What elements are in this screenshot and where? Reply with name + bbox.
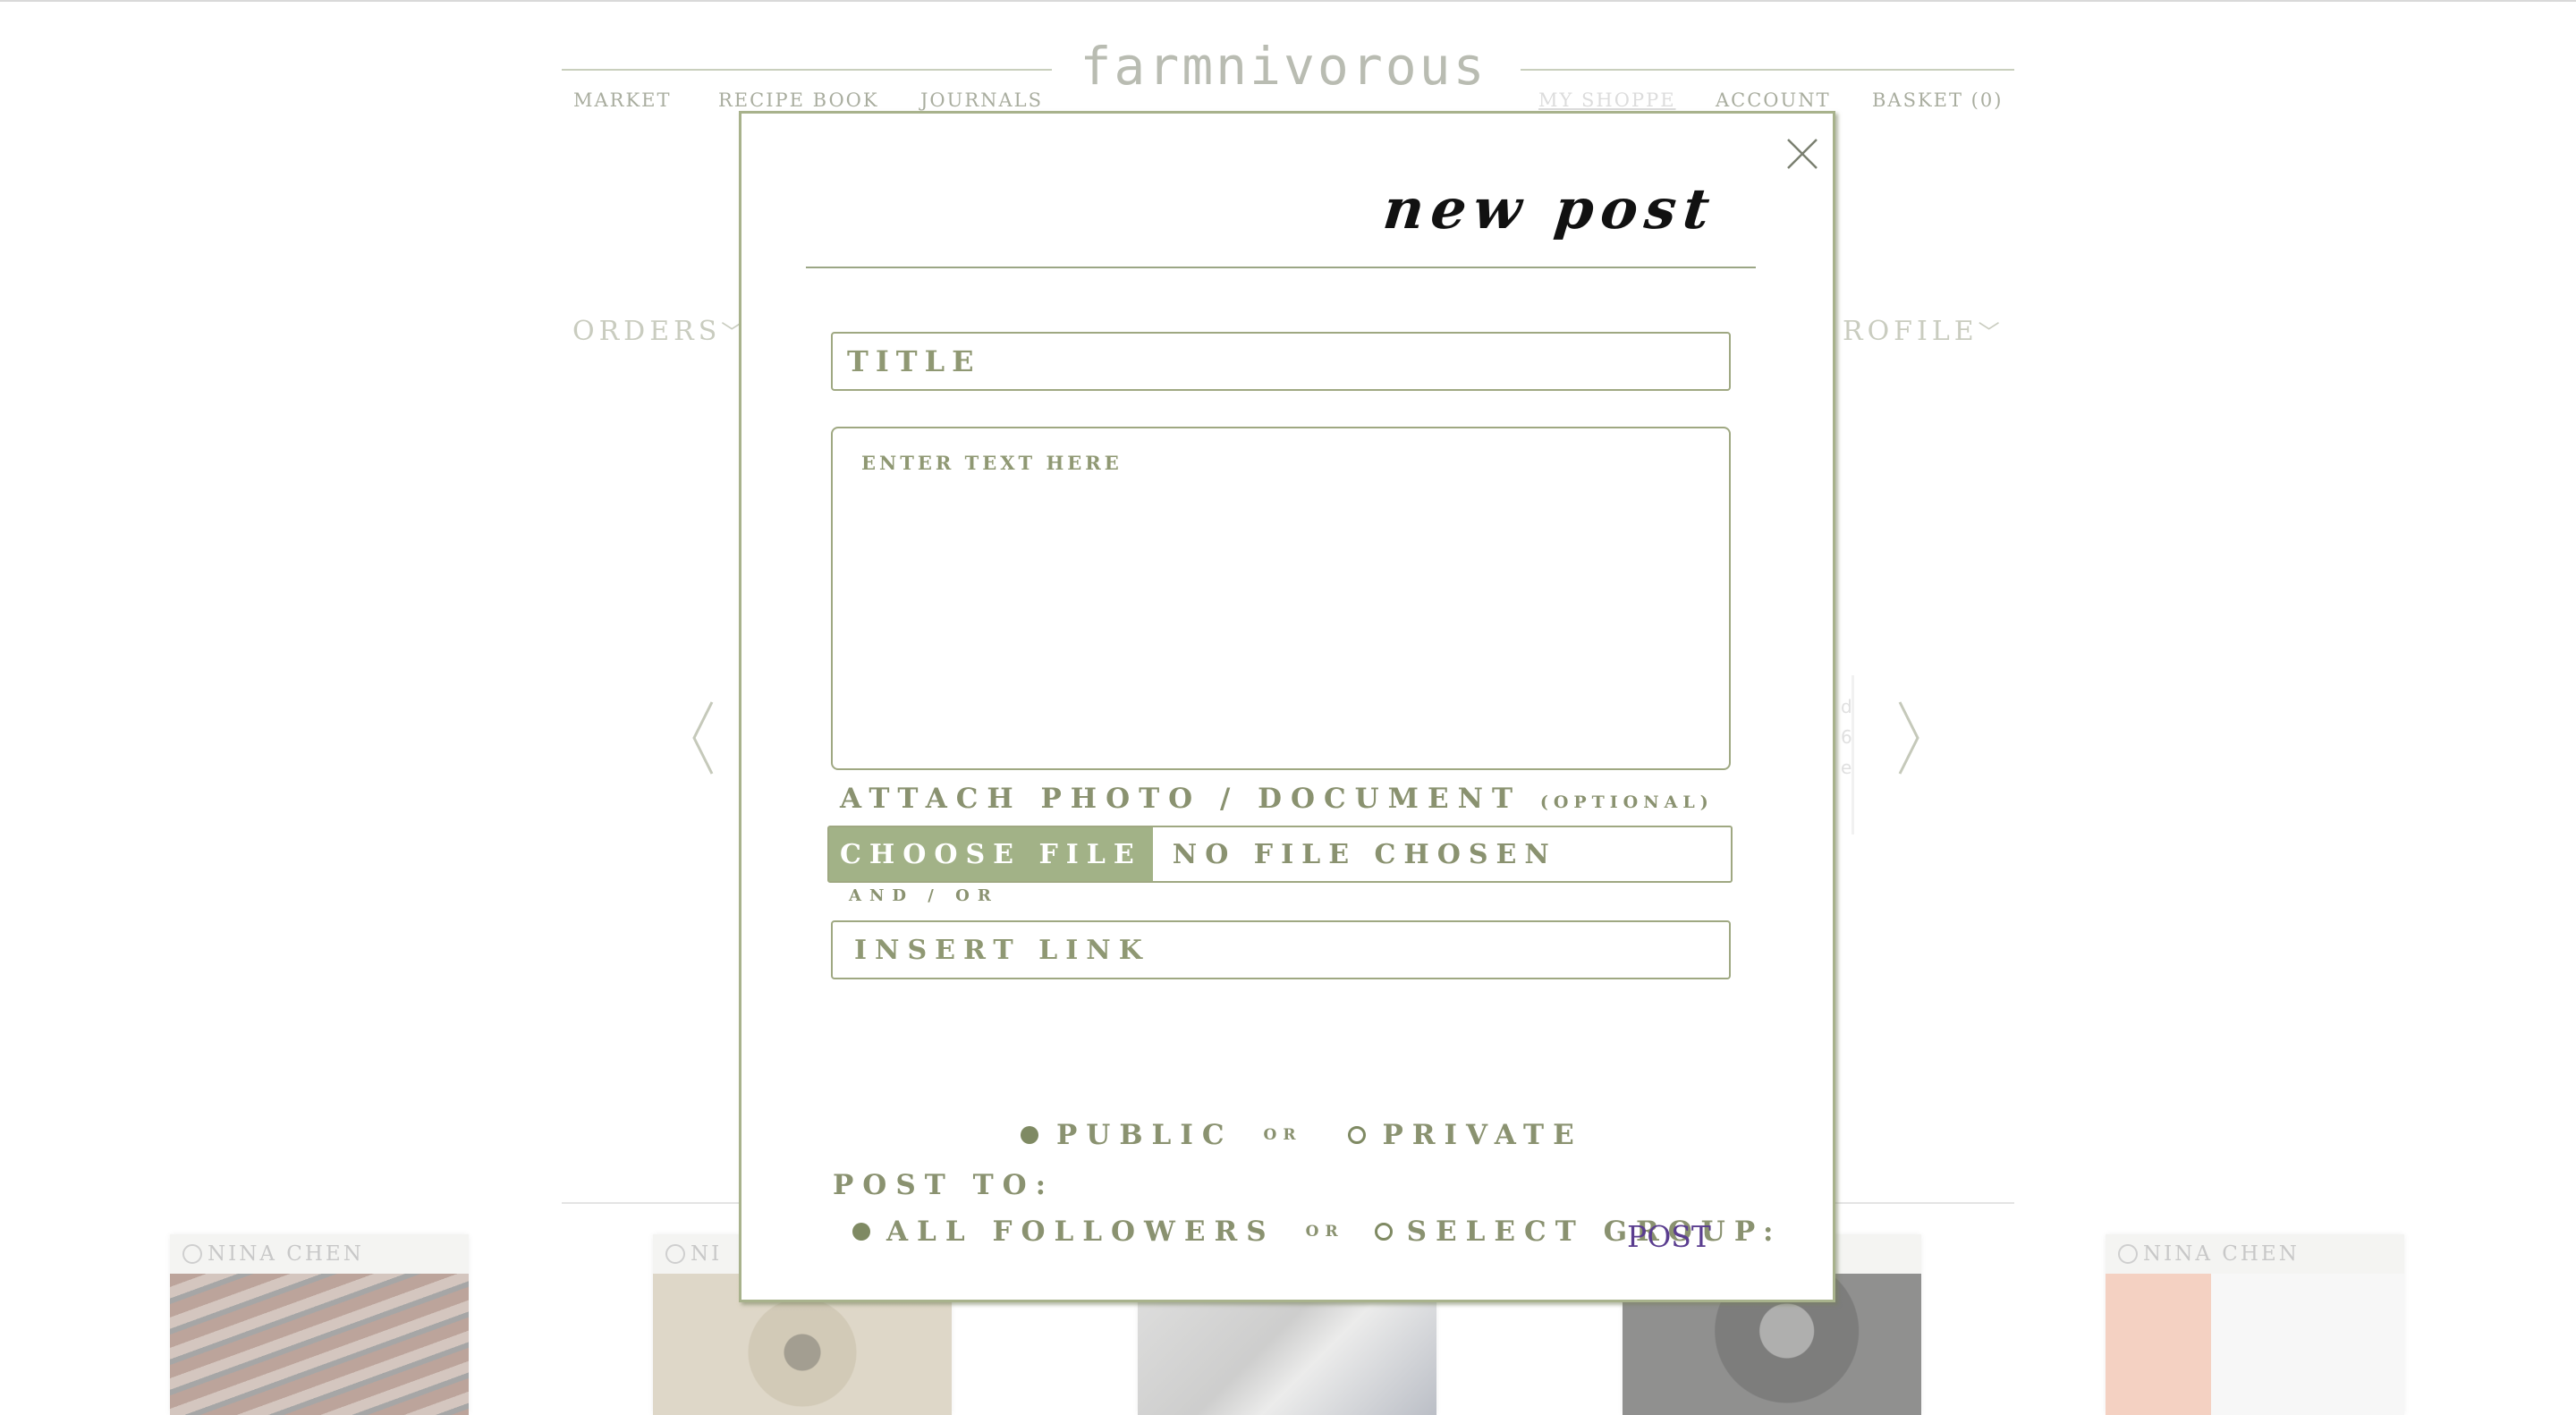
file-upload: CHOOSE FILE NO FILE CHOSEN	[827, 826, 1733, 883]
tab-profile[interactable]: ROFILE﹀	[1843, 315, 2004, 347]
file-status: NO FILE CHOSEN	[1172, 838, 1557, 870]
tab-profile-label: ROFILE	[1843, 316, 1979, 347]
post-body-textarea[interactable]	[831, 427, 1731, 770]
select-group-radio[interactable]	[1374, 1223, 1393, 1241]
public-radio[interactable]	[1021, 1126, 1038, 1144]
all-followers-radio[interactable]	[852, 1223, 870, 1241]
site-logo[interactable]: farmnivorous	[1064, 36, 1503, 97]
attach-label: ATTACH PHOTO / DOCUMENT (OPTIONAL)	[840, 783, 1714, 815]
avatar-icon	[182, 1244, 202, 1264]
title-divider	[806, 267, 1756, 268]
card-image	[170, 1274, 469, 1415]
attach-label-text: ATTACH PHOTO / DOCUMENT	[840, 783, 1522, 815]
avatar-icon	[665, 1244, 685, 1264]
new-post-modal: new post ATTACH PHOTO / DOCUMENT (OPTION…	[739, 111, 1835, 1302]
title-input[interactable]	[831, 332, 1731, 391]
header-rule-right	[1521, 69, 2014, 71]
avatar-icon	[2118, 1244, 2138, 1264]
nav-market[interactable]: MARKET	[573, 89, 672, 111]
nav-journals[interactable]: JOURNALS	[920, 89, 1043, 111]
and-or-label: AND / OR	[849, 886, 999, 905]
card-header: NINA CHEN	[170, 1234, 469, 1274]
insert-link-input[interactable]	[831, 920, 1731, 979]
post-button[interactable]: POST	[1627, 1219, 1711, 1254]
visibility-or: OR	[1263, 1126, 1302, 1144]
nav-my-shoppe[interactable]: MY SHOPPE	[1538, 89, 1676, 111]
carousel-peek-card: d 6 e	[1841, 675, 1854, 835]
choose-file-button[interactable]: CHOOSE FILE	[829, 827, 1153, 881]
tab-orders-label: ORDERS	[572, 316, 722, 347]
header-rule-left	[562, 69, 1052, 71]
chevron-down-icon: ﹀	[1978, 320, 2004, 345]
public-label[interactable]: PUBLIC	[1056, 1119, 1233, 1151]
tab-orders[interactable]: ORDERS﹀	[572, 315, 747, 347]
peek-text: d	[1841, 696, 1852, 717]
card-header: NINA CHEN	[2106, 1234, 2404, 1274]
select-group-label[interactable]: SELECT GROUP:	[1407, 1216, 1783, 1248]
nav-account[interactable]: ACCOUNT	[1716, 89, 1831, 111]
visibility-options: PUBLIC OR PRIVATE	[1021, 1119, 1583, 1151]
post-to-label: POST TO:	[833, 1169, 1055, 1201]
private-label[interactable]: PRIVATE	[1382, 1119, 1582, 1151]
audience-or: OR	[1305, 1223, 1344, 1241]
close-icon[interactable]	[1784, 136, 1820, 172]
post-card[interactable]: NINA CHEN	[170, 1234, 469, 1415]
carousel-prev-icon[interactable]	[685, 698, 721, 778]
peek-text: e	[1841, 757, 1852, 778]
all-followers-label[interactable]: ALL FOLLOWERS	[886, 1216, 1275, 1248]
card-author: NI	[691, 1242, 723, 1266]
card-author: NINA CHEN	[208, 1242, 364, 1266]
attach-optional-text: (OPTIONAL)	[1539, 792, 1714, 812]
nav-basket[interactable]: BASKET (0)	[1872, 89, 2003, 111]
nav-recipe-book[interactable]: RECIPE BOOK	[718, 89, 879, 111]
modal-title: new post	[1380, 176, 1720, 241]
private-radio[interactable]	[1348, 1126, 1367, 1144]
post-card[interactable]: NINA CHEN	[2106, 1234, 2404, 1415]
peek-text: 6	[1841, 726, 1852, 748]
card-image	[2106, 1274, 2404, 1415]
carousel-next-icon[interactable]	[1891, 698, 1927, 778]
card-author: NINA CHEN	[2143, 1242, 2300, 1266]
